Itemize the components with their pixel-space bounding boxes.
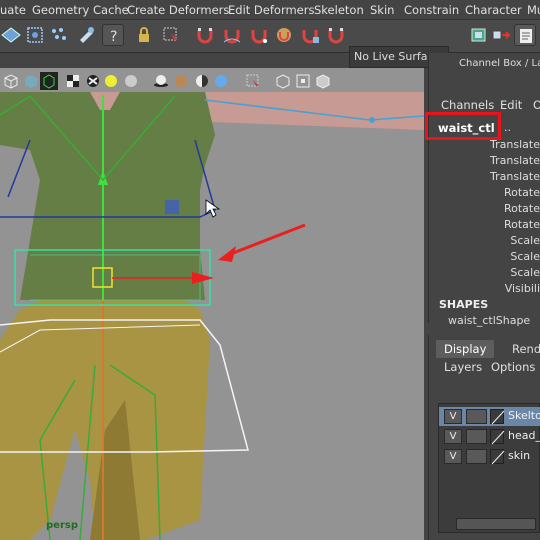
menu-muscle[interactable]: Mu [527, 3, 540, 17]
layer-row-head-ctl[interactable]: V head_c [439, 427, 540, 446]
object-name[interactable]: waist_ctl [438, 121, 495, 135]
object-name-dots: .. [504, 121, 511, 134]
channels-menu[interactable]: Channels [441, 98, 494, 112]
make-live-icon[interactable] [325, 24, 347, 46]
ambient-occlusion-icon[interactable] [212, 72, 230, 90]
layer-playback-toggle[interactable] [466, 409, 487, 424]
layer-color-swatch[interactable] [490, 429, 505, 445]
options-menu[interactable]: Options [491, 360, 535, 374]
shape-name[interactable]: waist_ctlShape [448, 314, 530, 327]
edit-menu[interactable]: Edit [500, 98, 522, 112]
tab-display[interactable]: Display [436, 340, 495, 358]
attr-scale-x[interactable]: Scale [510, 234, 540, 247]
snap-live-surface-icon[interactable] [299, 24, 321, 46]
textured-icon[interactable] [64, 72, 82, 90]
layer-visibility-toggle[interactable]: V [444, 449, 462, 464]
hud-icon[interactable] [152, 72, 170, 90]
snap-to-view-plane-icon[interactable] [273, 24, 295, 46]
wireframe-on-shaded-icon[interactable] [40, 72, 58, 90]
object-menu[interactable]: O [533, 98, 540, 112]
perspective-viewport[interactable]: persp [0, 68, 424, 540]
paint-select-icon[interactable] [76, 24, 98, 46]
layer-horizontal-scrollbar[interactable] [456, 518, 536, 530]
attr-rotate-z[interactable]: Rotate [504, 218, 540, 231]
snap-to-point-icon[interactable] [248, 24, 270, 46]
viewport-toolbar [0, 70, 424, 94]
scene-render [0, 92, 424, 540]
channel-box-title: Channel Box / Lay [459, 58, 540, 69]
lock-icon[interactable] [133, 24, 155, 46]
attr-translate-y[interactable]: Translate [490, 154, 540, 167]
layer-playback-toggle[interactable] [466, 449, 487, 464]
attr-scale-z[interactable]: Scale [510, 266, 540, 279]
menu-skeleton[interactable]: Skeleton [314, 3, 364, 17]
layer-list: V Skelton V head_c V skin [438, 403, 540, 533]
xray-joints-icon[interactable] [294, 72, 312, 90]
attr-rotate-x[interactable]: Rotate [504, 186, 540, 199]
tab-render[interactable]: Rende [504, 340, 540, 358]
layer-color-swatch[interactable] [490, 409, 505, 425]
shadows-icon[interactable] [122, 72, 140, 90]
xray-components-icon[interactable] [314, 72, 332, 90]
lights-icon[interactable] [102, 72, 120, 90]
sphere-icon[interactable] [172, 72, 190, 90]
menu-character[interactable]: Character [465, 3, 522, 17]
menu-skin[interactable]: Skin [370, 3, 394, 17]
layer-name[interactable]: skin [508, 449, 530, 462]
attr-visibility[interactable]: Visibili [505, 282, 540, 295]
annotation-arrow [227, 223, 306, 257]
layer-row-skeleton[interactable]: V Skelton [439, 407, 540, 426]
layer-playback-toggle[interactable] [466, 429, 487, 444]
attr-scale-y[interactable]: Scale [510, 250, 540, 263]
layer-color-swatch[interactable] [490, 449, 505, 465]
layer-visibility-toggle[interactable]: V [444, 409, 462, 424]
attribute-editor-icon[interactable] [514, 24, 536, 46]
layer-row-skin[interactable]: V skin [439, 447, 540, 466]
construction-history-icon[interactable] [468, 24, 490, 46]
right-arm [205, 92, 424, 130]
layer-visibility-toggle[interactable]: V [444, 429, 462, 444]
smooth-shade-cube-icon[interactable] [22, 72, 40, 90]
torso-shirt [0, 92, 215, 300]
layers-menu[interactable]: Layers [444, 360, 482, 374]
wireframe-cube-icon[interactable] [2, 72, 20, 90]
help-icon[interactable]: ? [102, 24, 124, 46]
annotation-arrowhead [218, 246, 236, 262]
select-by-component-icon[interactable] [48, 24, 70, 46]
camera-label: persp [46, 520, 78, 531]
attr-rotate-y[interactable]: Rotate [504, 202, 540, 215]
attr-translate-x[interactable]: Translate [490, 138, 540, 151]
shapes-header: SHAPES [439, 298, 489, 311]
svg-text:?: ? [110, 29, 117, 45]
chest-handle [165, 200, 179, 214]
attr-translate-z[interactable]: Translate [490, 170, 540, 183]
select-by-hierarchy-icon[interactable] [0, 24, 22, 46]
menu-animate[interactable]: uate [0, 3, 26, 17]
elbow-joint [369, 117, 375, 123]
select-highlight-icon[interactable] [160, 24, 182, 46]
menu-geometry-cache[interactable]: Geometry Cache [32, 3, 129, 17]
snap-to-curve-icon[interactable] [221, 24, 243, 46]
half-sphere-icon[interactable] [193, 72, 211, 90]
layer-name[interactable]: Skelton [508, 409, 540, 422]
status-line: ? No Live Surface [0, 20, 540, 68]
snap-to-grid-icon[interactable] [194, 24, 216, 46]
menu-bar: uate Geometry Cache Create Deformers Edi… [0, 0, 540, 20]
select-by-object-icon[interactable] [24, 24, 46, 46]
checker-icon[interactable] [84, 72, 102, 90]
isolate-select-icon[interactable] [244, 72, 262, 90]
xray-icon[interactable] [274, 72, 292, 90]
menu-create-deformers[interactable]: Create Deformers [127, 3, 229, 17]
layer-name[interactable]: head_c [508, 429, 540, 442]
menu-constrain[interactable]: Constrain [404, 3, 459, 17]
attribute-list: Translate Translate Translate Rotate Rot… [432, 136, 540, 306]
menu-edit-deformers[interactable]: Edit Deformers [228, 3, 314, 17]
input-output-icon[interactable] [490, 24, 512, 46]
